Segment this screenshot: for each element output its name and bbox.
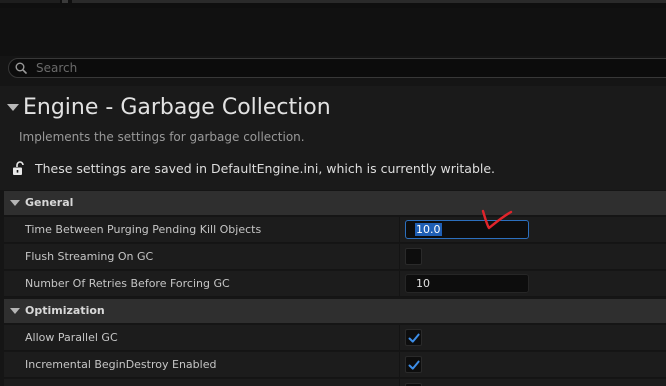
page-title: Engine - Garbage Collection [23, 95, 331, 120]
input-value: 10 [416, 277, 430, 290]
category-general[interactable]: General [4, 191, 666, 215]
page-description: Implements the settings for garbage coll… [19, 130, 305, 144]
settings-window: Engine - Garbage Collection Implements t… [0, 0, 666, 386]
column-divider[interactable] [399, 271, 400, 296]
tab-right[interactable] [72, 0, 666, 3]
incremental-begindestroy-checkbox[interactable] [405, 356, 422, 373]
tab-separator [62, 0, 68, 3]
column-divider[interactable] [399, 325, 400, 350]
allow-parallel-gc-checkbox[interactable] [405, 329, 422, 346]
property-label: Allow Parallel GC [25, 331, 118, 344]
category-label: Optimization [25, 304, 105, 317]
property-label: Time Between Purging Pending Kill Object… [25, 223, 262, 236]
chevron-down-icon[interactable] [10, 308, 20, 314]
column-divider[interactable] [399, 379, 400, 386]
input-value: 10.0 [415, 223, 442, 236]
category-optimization[interactable]: Optimization [4, 299, 666, 323]
chevron-down-icon[interactable] [7, 104, 19, 111]
number-of-retries-input[interactable]: 10 [405, 274, 529, 293]
flush-streaming-checkbox[interactable] [405, 248, 422, 265]
toolbar-area [0, 8, 666, 56]
property-row-time-between-purging: Time Between Purging Pending Kill Object… [4, 217, 666, 243]
checkmark-icon [408, 360, 420, 370]
search-input[interactable] [36, 59, 636, 77]
property-row-incremental-begindestroy: Incremental BeginDestroy Enabled [4, 352, 666, 378]
column-divider[interactable] [399, 352, 400, 377]
config-file-note: These settings are saved in DefaultEngin… [35, 161, 496, 176]
column-divider[interactable] [399, 217, 400, 242]
property-label: Incremental BeginDestroy Enabled [25, 358, 217, 371]
property-row-flush-streaming: Flush Streaming On GC [4, 244, 666, 270]
unlock-icon [13, 161, 24, 175]
search-box[interactable] [8, 58, 666, 78]
top-tab-strip [0, 0, 666, 8]
property-row-number-of-retries: Number Of Retries Before Forcing GC 10 [4, 271, 666, 297]
tab-left[interactable] [0, 0, 60, 3]
search-icon [15, 62, 27, 74]
time-between-purging-input[interactable]: 10.0 [405, 220, 529, 239]
checkmark-icon [408, 333, 420, 343]
chevron-down-icon[interactable] [10, 200, 20, 206]
category-label: General [25, 196, 74, 209]
property-label: Number Of Retries Before Forcing GC [25, 277, 230, 290]
column-divider[interactable] [399, 244, 400, 269]
property-row-allow-parallel-gc: Allow Parallel GC [4, 325, 666, 351]
property-row-next [4, 379, 666, 386]
property-label: Flush Streaming On GC [25, 250, 154, 263]
